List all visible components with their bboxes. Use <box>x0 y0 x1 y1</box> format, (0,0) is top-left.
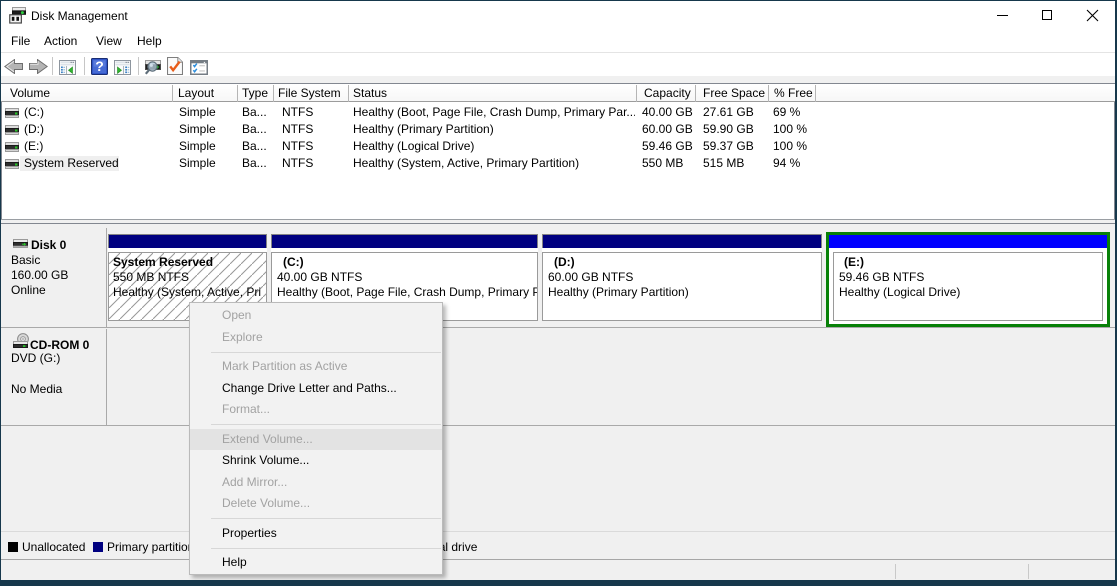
svg-text:?: ? <box>95 58 104 74</box>
